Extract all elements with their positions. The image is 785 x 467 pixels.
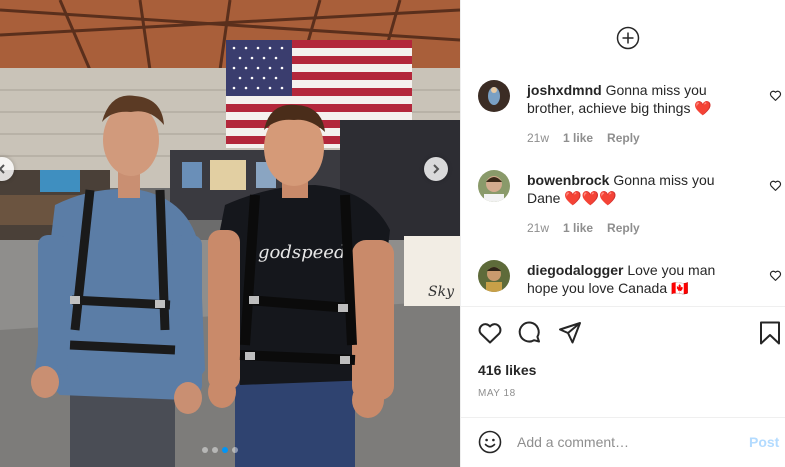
avatar-image-icon [478,170,510,202]
comment-age[interactable]: 21w [527,221,549,235]
shirt-text: godspeed [258,242,345,263]
avatar[interactable] [478,80,510,112]
comment-username[interactable]: bowenbrock [527,172,609,188]
plus-circle-icon[interactable] [616,26,640,50]
avatar[interactable] [478,170,510,202]
carousel-dots [202,447,238,453]
carousel-dot [232,447,238,453]
action-bar [477,320,782,346]
heart-icon[interactable] [477,320,503,346]
banner-text: Sky [428,284,455,300]
comment-username[interactable]: diegodalogger [527,262,623,278]
post-photo[interactable]: Sky godspeed [0,0,460,467]
heart-icon[interactable] [769,179,782,192]
carousel-dot [212,447,218,453]
comment-username[interactable]: joshxdmnd [527,82,602,98]
post-sidebar: joshxdmnd Gonna miss you brother, achiev… [460,0,785,467]
reply-button[interactable]: Reply [607,131,640,145]
reply-button[interactable]: Reply [607,221,640,235]
carousel-next-button[interactable] [424,157,448,181]
likes-count[interactable]: 416 likes [478,362,536,378]
emoji-icon[interactable] [478,430,502,454]
avatar-image-icon [478,260,510,292]
photo-scene: Sky godspeed [0,0,460,467]
chevron-right-icon [433,164,440,174]
comment-text: joshxdmnd Gonna miss you brother, achiev… [527,81,747,117]
comment-meta: 21w 1 like Reply [527,131,640,145]
chevron-left-icon [0,164,5,174]
comment-text: diegodalogger Love you man hope you love… [527,261,747,297]
bookmark-icon[interactable] [757,320,783,346]
avatar-image-icon [478,80,510,112]
comment-meta: 21w 1 like Reply [527,221,640,235]
avatar[interactable] [478,260,510,292]
carousel-dot [222,447,228,453]
heart-icon[interactable] [769,269,782,282]
comment-age[interactable]: 21w [527,131,549,145]
comment-likes[interactable]: 1 like [563,221,593,235]
carousel-dot [202,447,208,453]
comment-input[interactable] [517,430,727,454]
comment-likes[interactable]: 1 like [563,131,593,145]
post-button[interactable]: Post [749,434,779,450]
add-comment-bar: Post [461,418,785,467]
comment-icon[interactable] [517,320,543,346]
divider [461,306,785,307]
post-date[interactable]: MAY 18 [478,388,516,399]
share-icon[interactable] [557,320,583,346]
comment-text: bowenbrock Gonna miss you Dane ❤️❤️❤️ [527,171,747,207]
comments-list: joshxdmnd Gonna miss you brother, achiev… [461,70,785,306]
heart-icon[interactable] [769,89,782,102]
